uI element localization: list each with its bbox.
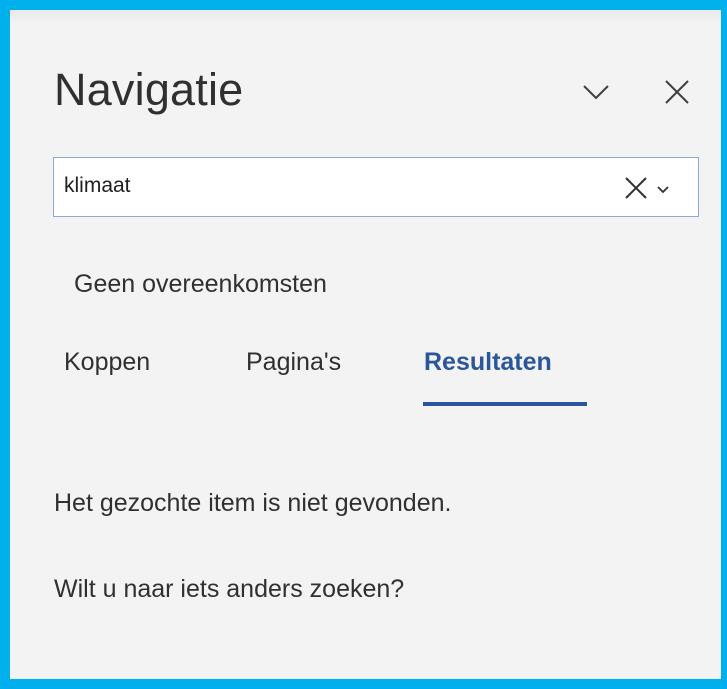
tab-headings[interactable]: Koppen: [64, 348, 150, 377]
tab-pages[interactable]: Pagina's: [246, 348, 341, 377]
pane-close-button[interactable]: [658, 72, 694, 110]
search-options-button[interactable]: [654, 180, 672, 198]
not-found-message: Het gezochte item is niet gevonden.: [54, 489, 452, 517]
search-clear-button[interactable]: [623, 175, 649, 201]
search-box: [53, 157, 699, 217]
chevron-down-icon: [583, 85, 609, 100]
pane-title: Navigatie: [54, 64, 244, 115]
pane-top-edge: [10, 10, 721, 24]
pane-options-button[interactable]: [578, 74, 614, 110]
search-input[interactable]: [64, 166, 604, 206]
close-icon: [625, 177, 647, 199]
navigation-pane: Navigatie Geen overeenkomsten Koppen Pag…: [0, 0, 727, 689]
chevron-down-icon: [657, 186, 669, 194]
search-status: Geen overeenkomsten: [74, 270, 327, 298]
search-suggestion: Wilt u naar iets anders zoeken?: [54, 575, 405, 603]
tab-results[interactable]: Resultaten: [424, 348, 552, 377]
close-icon: [665, 80, 689, 104]
active-tab-indicator: [423, 402, 587, 406]
